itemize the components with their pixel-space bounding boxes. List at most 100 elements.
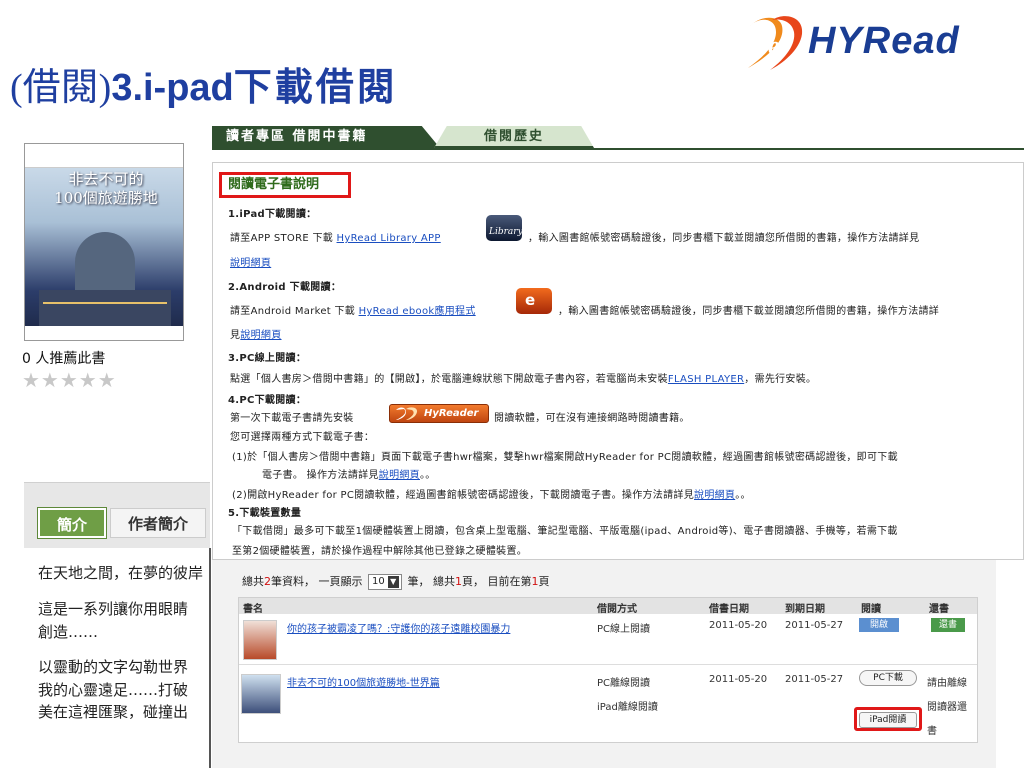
section-android-text-c: 見說明網頁 — [230, 326, 282, 341]
intro-text-line: 我的心靈遠足……打破 — [38, 681, 189, 699]
book-title-link[interactable]: 非去不可的100個旅遊勝地-世界篇 — [287, 674, 440, 689]
hyread-logo: e HYRead — [742, 8, 982, 80]
section-android-text: 請至Android Market 下載 HyRead ebook應用程式 — [230, 302, 476, 317]
cover-title-line-1: 非去不可的 — [68, 170, 144, 188]
borrow-method-ipad: iPad離線閱讀 — [597, 702, 658, 713]
borrow-date: 2011-05-20 — [709, 620, 768, 631]
section-pc-download-heading: 4.PC下載閱讀： — [228, 395, 307, 406]
book-thumbnail[interactable] — [241, 674, 281, 714]
pc-option-2-help-link[interactable]: 說明網頁 — [694, 490, 735, 501]
hyreader-pc-download-badge[interactable]: HyReader — [389, 404, 489, 423]
option-1b-end: 。。 — [419, 470, 436, 481]
open-button[interactable]: 開啟 — [859, 618, 899, 632]
page-size-select[interactable]: 10 ▼ — [368, 574, 402, 590]
section-pc-online-text: 點選「個人書房＞借閱中書籍」的【開啟】，於電腦連線狀態下開啟電子書內容，若電腦尚… — [230, 370, 816, 385]
section-android-text-b: ，輸入圖書館帳號密碼驗證後，同步書櫃下載並閱讀您所借閱的書籍，操作方法請詳 — [558, 306, 940, 317]
header-due-date: 到期日期 — [785, 604, 825, 615]
pc-option-1-help-link[interactable]: 說明網頁 — [379, 470, 420, 481]
intro-text-line: 美在這裡匯聚，碰撞出 — [38, 703, 189, 721]
tab-reader-borrowing[interactable]: 讀者專區 借閱中書籍 — [212, 126, 440, 148]
section-pc-download-option-1: (1)於「個人書房＞借閱中書籍」頁面下載電子書hwr檔案，雙擊hwr檔案開啟Hy… — [232, 452, 898, 463]
row-separator — [239, 664, 977, 665]
tabs-underline — [212, 148, 1024, 150]
section-pc-download-option-1b: 電子書。 操作方法請詳見說明網頁。。 — [262, 466, 436, 481]
hyreader-logo-icon — [396, 407, 418, 420]
summary-e: 頁 — [538, 575, 550, 588]
intro-text-line: 這是一系列讓你用眼睛 — [38, 600, 189, 618]
borrow-date: 2011-05-20 — [709, 674, 768, 685]
intro-text-line: 以靈動的文字勾勒世界 — [38, 658, 189, 676]
book-title-link[interactable]: 你的孩子被霸凌了嗎？:守護你的孩子遠離校園暴力 — [287, 620, 510, 635]
section-pc-online-text-a: 點選「個人書房＞借閱中書籍」的【開啟】，於電腦連線狀態下開啟電子書內容，若電腦尚… — [230, 374, 668, 385]
borrow-method: PC線上閱讀 — [597, 624, 651, 635]
section-ipad-text: 請至APP STORE 下載 HyRead Library APP — [230, 229, 441, 244]
section-pc-download-install: 第一次下載電子書請先安裝 — [230, 413, 354, 424]
section-android-heading: 2.Android 下載閱讀： — [228, 282, 342, 293]
intro-text-line: 創造…… — [38, 623, 99, 641]
cover-building-illustration — [39, 290, 171, 328]
slide-title-paren: (借閱) — [10, 67, 112, 109]
cover-title-line-2: 100個旅遊勝地 — [54, 189, 158, 207]
android-help-link[interactable]: 說明網頁 — [240, 330, 281, 341]
header-borrow-date: 借書日期 — [709, 604, 749, 615]
page-size-value: 10 — [372, 576, 385, 587]
summary-pages: 1 — [455, 575, 462, 588]
hyread-logo-icon: e — [748, 16, 803, 70]
summary-c: 筆， 總共 — [407, 575, 456, 588]
tab-intro[interactable]: 簡介 — [37, 507, 107, 539]
pagination-summary: 總共2筆資料， 一頁顯示 10 ▼ 筆， 總共1頁， 目前在第1頁 — [242, 573, 550, 590]
panel-divider — [209, 548, 211, 768]
section-device-limit-heading: 5.下載裝置數量 — [228, 508, 302, 519]
section-ipad-text-b: ，輸入圖書館帳號密碼驗證後，同步書櫃下載並閱讀您所借閱的書籍，操作方法請詳見 — [528, 233, 920, 244]
chevron-down-icon: ▼ — [387, 576, 399, 588]
return-note-line-1: 請由離線 — [927, 678, 967, 689]
ipad-help-link[interactable]: 說明網頁 — [230, 254, 271, 269]
hyread-library-app-link[interactable]: HyRead Library APP — [337, 233, 441, 244]
section-device-limit-text-a: 「下載借閱」最多可下載至1個硬體裝置上閱讀，包含桌上型電腦、筆記型電腦、平版電腦… — [232, 526, 898, 537]
cover-dome-illustration — [75, 232, 135, 292]
hyread-library-app-icon[interactable]: Library — [486, 215, 523, 241]
slide-title-bold: 3.i-pad — [111, 67, 234, 109]
header-read: 閱讀 — [861, 604, 881, 615]
tab-author-intro[interactable]: 作者簡介 — [110, 508, 206, 538]
reader-tabs: 讀者專區 借閱中書籍 借閱歷史 — [212, 122, 1024, 150]
section-android-text-c1: 見 — [230, 330, 241, 341]
slide-title: (借閱)3.i-pad下載借閱 — [10, 56, 398, 111]
section-pc-online-heading: 3.PC線上閱讀： — [228, 353, 307, 364]
return-button[interactable]: 還書 — [931, 618, 965, 632]
summary-current: 1 — [531, 575, 539, 588]
cover-bottom-strip — [25, 326, 183, 340]
instructions-title: 閱讀電子書說明 — [219, 172, 351, 198]
recommend-count: 0 人推薦此書 — [22, 351, 106, 367]
option-2-text: (2)開啟HyReader for PC閱讀軟體，經過圖書館帳號密碼認證後，下載… — [232, 490, 695, 501]
hyreader-badge-label: HyReader — [424, 408, 479, 419]
book-thumbnail[interactable] — [243, 620, 277, 660]
section-device-limit-text-b: 至第2個硬體裝置，請於操作過程中解除其他已登錄之硬體裝置。 — [232, 546, 528, 557]
return-note-line-2: 閱讀器還 — [927, 702, 967, 713]
due-date: 2011-05-27 — [785, 620, 844, 631]
return-note-line-3: 書 — [927, 726, 937, 737]
tab-borrow-history[interactable]: 借閱歷史 — [434, 126, 594, 148]
section-ipad-heading: 1.iPad下載閱讀： — [228, 209, 317, 220]
hyread-ebook-app-icon[interactable]: e — [516, 288, 552, 314]
slide-title-cjk: 下載借閱 — [233, 64, 398, 109]
svg-text:e: e — [768, 31, 780, 60]
section-android-text-a: 請至Android Market 下載 — [230, 306, 359, 317]
header-return: 還書 — [929, 604, 949, 615]
summary-b: 筆資料， 一頁顯示 — [271, 575, 363, 588]
intro-text-line: 在天地之間，在夢的彼岸 — [38, 564, 204, 582]
option-2-end: 。。 — [735, 490, 751, 501]
cover-top-bar — [25, 144, 183, 168]
header-title: 書名 — [243, 604, 263, 615]
section-pc-online-text-b: ，需先行安裝。 — [744, 374, 817, 385]
rating-stars[interactable]: ★★★★★ — [22, 368, 117, 392]
book-cover-image: 非去不可的 100個旅遊勝地 — [24, 143, 184, 341]
section-pc-download-option-2: (2)開啟HyReader for PC閱讀軟體，經過圖書館帳號密碼認證後，下載… — [232, 486, 751, 501]
option-1b-text: 電子書。 操作方法請詳見 — [262, 470, 379, 481]
summary-d: 頁， 目前在第 — [462, 575, 532, 588]
hyread-ebook-app-link[interactable]: HyRead ebook應用程式 — [359, 306, 476, 317]
logo-wordmark: HYRead — [808, 20, 960, 62]
flash-player-link[interactable]: FLASH PLAYER — [668, 374, 744, 385]
pc-download-button[interactable]: PC下載 — [859, 670, 917, 686]
table-header: 書名 借閱方式 借書日期 到期日期 閱讀 還書 — [239, 598, 977, 615]
